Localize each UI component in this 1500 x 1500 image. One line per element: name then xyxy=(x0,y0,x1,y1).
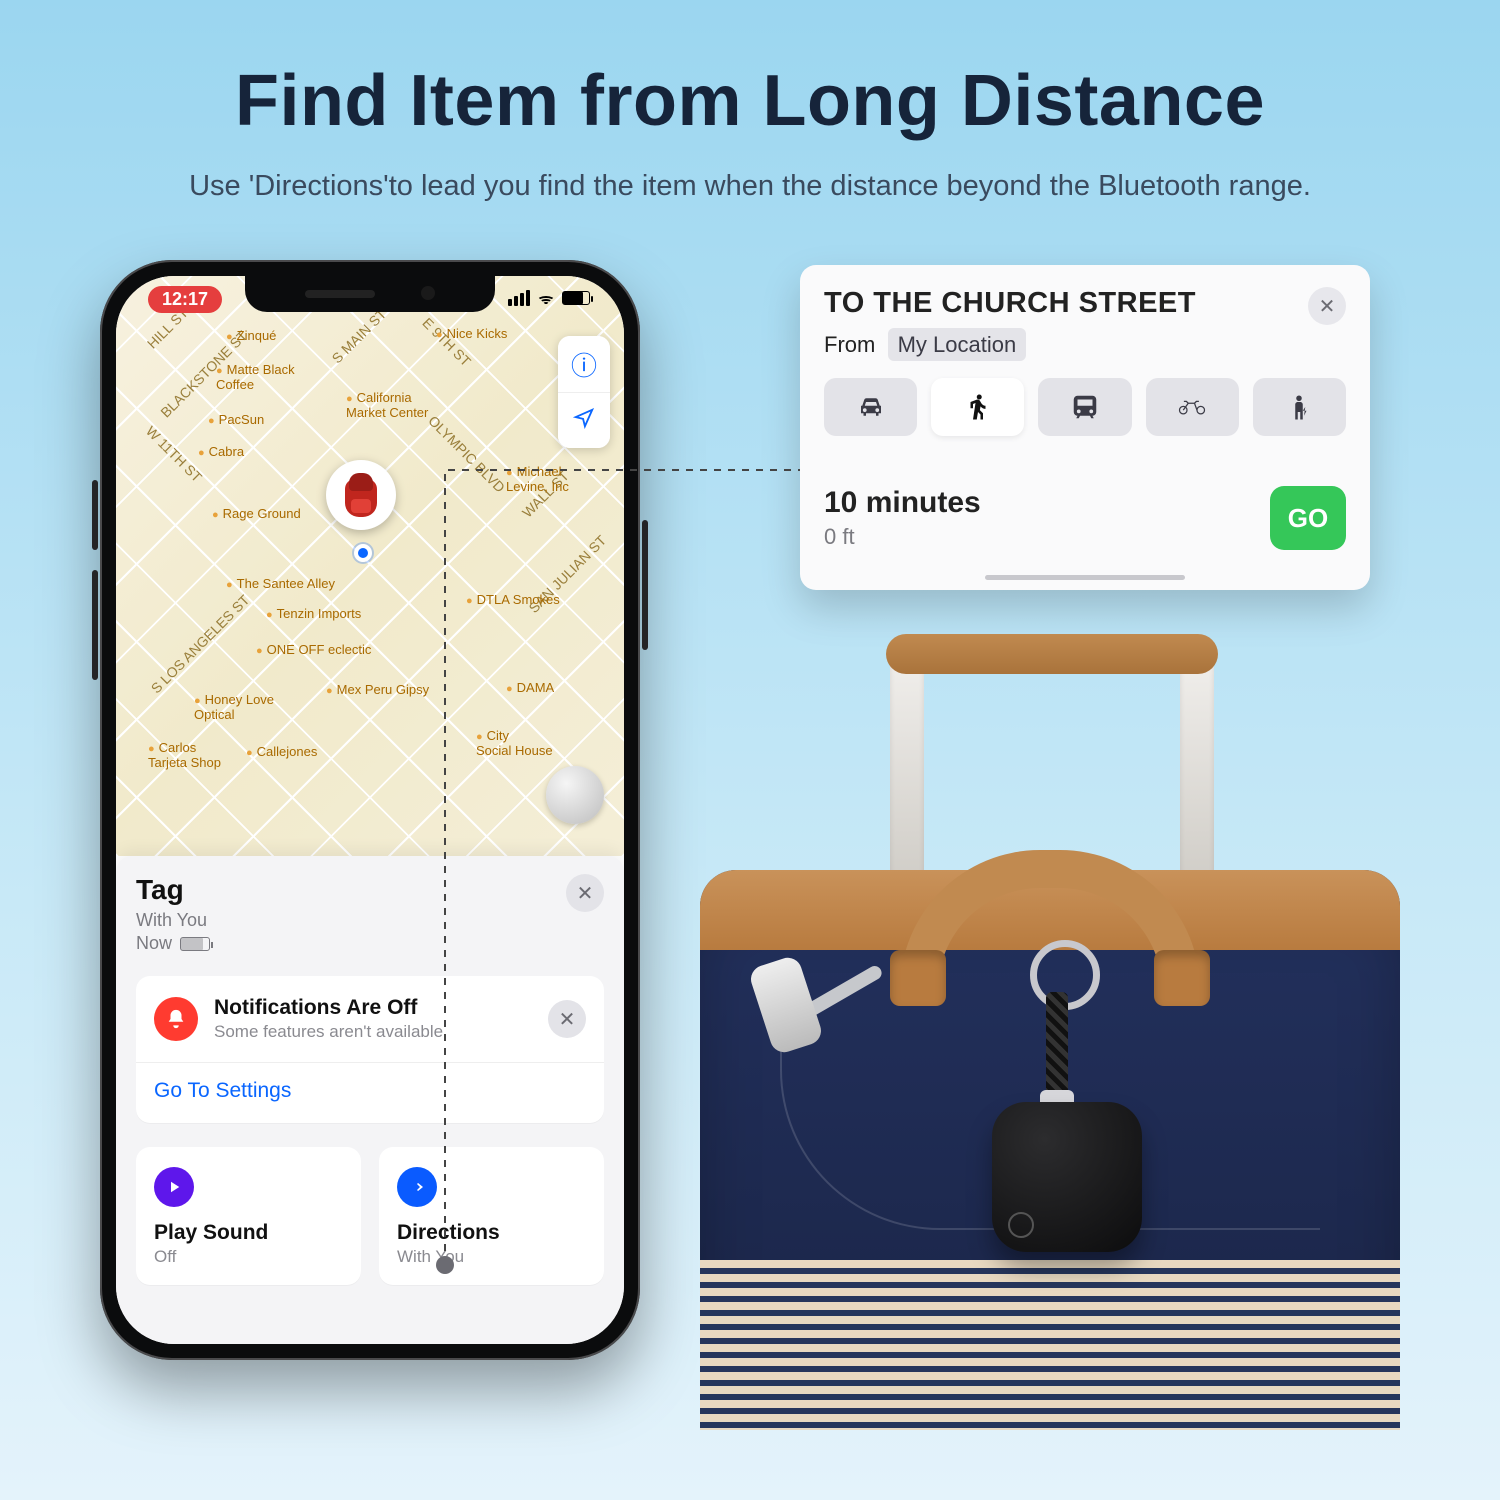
item-sheet: Tag With You Now ✕ Notifications Are Off xyxy=(116,856,624,1344)
phone-notch xyxy=(245,276,495,312)
map-compass-knob[interactable] xyxy=(546,766,604,824)
mode-transit[interactable] xyxy=(1038,378,1131,436)
luggage-illustration xyxy=(640,730,1460,1430)
map-poi[interactable]: Zinqué xyxy=(226,328,276,343)
phone-side-button xyxy=(92,570,98,680)
play-sound-card[interactable]: Play Sound Off xyxy=(136,1147,361,1285)
map-locate-button[interactable] xyxy=(558,392,610,448)
directions-destination: TO THE CHURCH STREET xyxy=(824,287,1196,320)
backpack-icon xyxy=(341,473,381,517)
directions-from-value[interactable]: My Location xyxy=(888,328,1027,361)
item-now-label: Now xyxy=(136,933,172,954)
directions-icon xyxy=(397,1167,437,1207)
dismiss-notice-button[interactable]: ✕ xyxy=(548,1000,586,1038)
card-handle[interactable] xyxy=(985,575,1185,580)
phone-frame: 12:17 S MAIN ST E 9TH ST WALL ST W 11TH … xyxy=(100,260,640,1360)
notice-title: Notifications Are Off xyxy=(214,996,532,1020)
map-poi[interactable]: Tenzin Imports xyxy=(266,606,361,621)
map-poi[interactable]: Mex Peru Gipsy xyxy=(326,682,429,697)
status-time: 12:17 xyxy=(148,286,222,313)
map-poi[interactable]: ONE OFF eclectic xyxy=(256,642,371,657)
eta-time: 10 minutes xyxy=(824,486,981,520)
close-sheet-button[interactable]: ✕ xyxy=(566,874,604,912)
phone-side-button xyxy=(92,480,98,550)
map-poi[interactable]: The Santee Alley xyxy=(226,576,335,591)
item-title: Tag xyxy=(136,874,210,906)
item-pin[interactable] xyxy=(326,460,396,530)
map-poi[interactable]: Nice Kicks xyxy=(436,326,507,341)
play-sound-sub: Off xyxy=(154,1247,343,1267)
wifi-icon xyxy=(537,291,555,305)
phone-side-button xyxy=(642,520,648,650)
map-controls: ⓘ xyxy=(558,336,610,448)
directions-card[interactable]: Directions With You xyxy=(379,1147,604,1285)
street-label: E 9TH ST xyxy=(419,315,474,370)
street-label: OLYMPIC BLVD xyxy=(425,412,508,495)
map-poi[interactable]: Carlos Tarjeta Shop xyxy=(148,740,221,770)
go-button[interactable]: GO xyxy=(1270,486,1346,550)
item-battery-icon xyxy=(180,937,210,951)
map-poi[interactable]: PacSun xyxy=(208,412,264,427)
map-poi[interactable]: Matte Black Coffee xyxy=(216,362,295,392)
map-poi[interactable]: DAMA xyxy=(506,680,554,695)
map-poi[interactable]: City Social House xyxy=(476,728,553,758)
tracker-device xyxy=(992,1102,1142,1252)
mode-rideshare[interactable] xyxy=(1253,378,1346,436)
street-label: S LOS ANGELES ST xyxy=(148,592,253,697)
play-sound-title: Play Sound xyxy=(154,1221,343,1245)
map-poi[interactable]: Cabra xyxy=(198,444,244,459)
eta-distance: 0 ft xyxy=(824,524,981,550)
map-poi[interactable]: Callejones xyxy=(246,744,317,759)
map-poi[interactable]: DTLA Smokes xyxy=(466,592,560,607)
map-info-button[interactable]: ⓘ xyxy=(558,336,610,392)
bell-icon xyxy=(154,997,198,1041)
map-poi[interactable]: Honey Love Optical xyxy=(194,692,274,722)
street-label: W 11TH ST xyxy=(143,423,205,485)
transport-mode-selector xyxy=(824,378,1346,436)
play-icon xyxy=(154,1167,194,1207)
battery-icon xyxy=(562,291,590,305)
item-subtitle: With You xyxy=(136,910,210,931)
notice-subtitle: Some features aren't available xyxy=(214,1022,532,1042)
user-location-dot xyxy=(354,544,372,562)
close-directions-button[interactable]: ✕ xyxy=(1308,287,1346,325)
map-view[interactable]: S MAIN ST E 9TH ST WALL ST W 11TH ST SAN… xyxy=(116,276,624,856)
hero-subtitle: Use 'Directions'to lead you find the ite… xyxy=(0,170,1500,203)
mode-drive[interactable] xyxy=(824,378,917,436)
hero-title: Find Item from Long Distance xyxy=(0,60,1500,142)
mode-bike[interactable] xyxy=(1146,378,1239,436)
directions-title: Directions xyxy=(397,1221,586,1245)
go-to-settings-link[interactable]: Go To Settings xyxy=(154,1079,291,1102)
map-poi[interactable]: Michael Levine, Inc xyxy=(506,464,569,494)
phone-screen: 12:17 S MAIN ST E 9TH ST WALL ST W 11TH … xyxy=(116,276,624,1344)
directions-popover: TO THE CHURCH STREET From My Location ✕ … xyxy=(800,265,1370,590)
directions-sub: With You xyxy=(397,1247,586,1267)
directions-from-label: From xyxy=(824,332,875,357)
cellular-icon xyxy=(508,290,530,306)
map-poi[interactable]: California Market Center xyxy=(346,390,428,420)
mode-walk[interactable] xyxy=(931,378,1024,436)
map-poi[interactable]: Rage Ground xyxy=(212,506,301,521)
notifications-notice: Notifications Are Off Some features aren… xyxy=(136,976,604,1123)
